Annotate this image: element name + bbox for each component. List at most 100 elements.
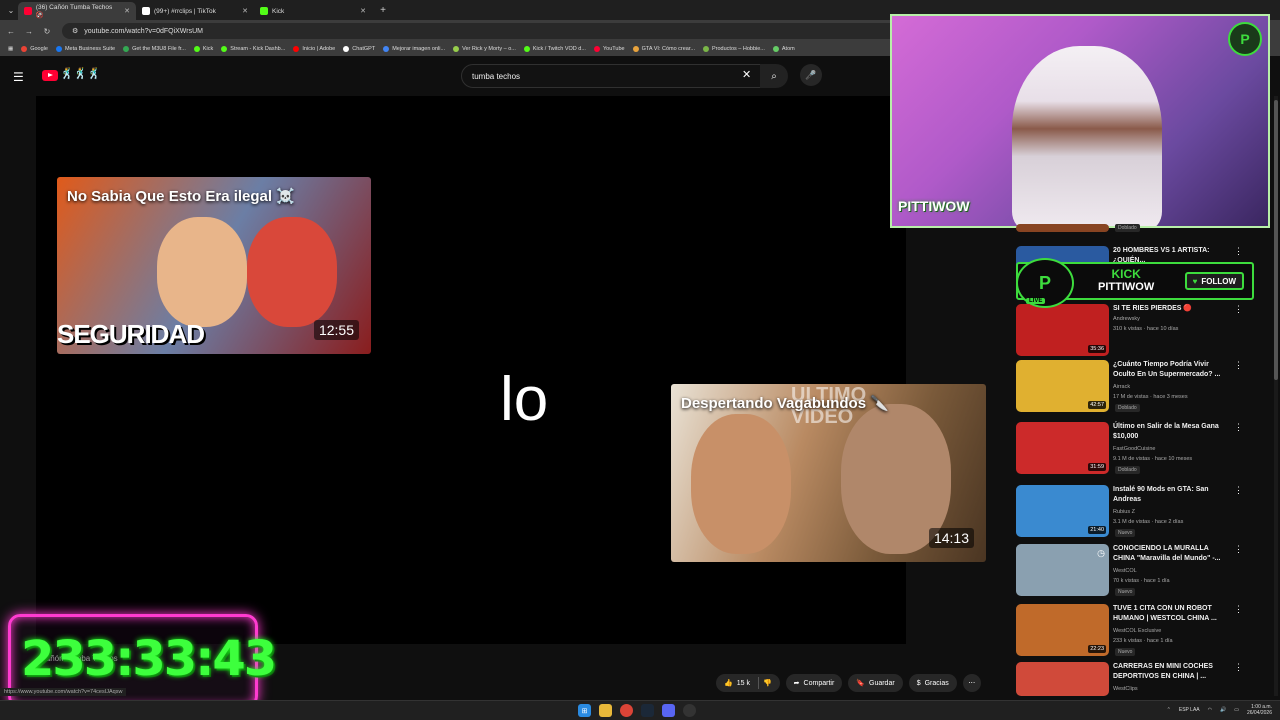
list-item[interactable]: 22:23 TUVE 1 CITA CON UN ROBOT HUMANO | … <box>1016 604 1266 660</box>
more-options-icon[interactable]: ⋮ <box>1234 604 1243 615</box>
video-thumbnail[interactable]: ◷ <box>1016 544 1109 596</box>
list-item[interactable]: Doblado <box>1016 224 1266 238</box>
bookmark[interactable]: Ver Rick y Morty – o... <box>453 46 516 52</box>
channel-name[interactable]: Airrack <box>1113 384 1130 390</box>
tab-kick[interactable]: Kick ✕ <box>254 2 372 20</box>
video-thumbnail[interactable] <box>1016 662 1109 696</box>
heart-icon: ♥ <box>1192 276 1198 286</box>
video-thumbnail[interactable]: 22:23 <box>1016 604 1109 656</box>
youtube-logo-icon[interactable] <box>42 70 58 81</box>
channel-name[interactable]: WestCOL Exclusive <box>1113 628 1161 634</box>
video-thumbnail[interactable]: 35:36 <box>1016 304 1109 356</box>
obs-icon[interactable] <box>683 704 696 717</box>
menu-icon[interactable]: ☰ <box>13 70 24 84</box>
bookmark[interactable]: Stream - Kick Dashb... <box>221 46 285 52</box>
more-options-icon[interactable]: ⋮ <box>1234 360 1243 371</box>
site-info-icon[interactable]: ⚙ <box>72 27 78 35</box>
more-options-icon[interactable]: ⋮ <box>1234 544 1243 555</box>
url-field[interactable]: ⚙ youtube.com/watch?v=0dFQiXWrsUM <box>62 23 902 39</box>
voice-search-button[interactable]: 🎤 <box>800 64 822 86</box>
youtube-doodle[interactable]: 🕺🕺🕺 <box>60 67 101 80</box>
steam-icon[interactable] <box>641 704 654 717</box>
back-icon[interactable]: ← <box>4 27 18 36</box>
thumbs-down-icon[interactable]: 👎 <box>763 679 772 687</box>
video-title[interactable]: Último en Salir de la Mesa Gana $10,000 <box>1113 422 1231 442</box>
bookmark[interactable]: YouTube <box>593 46 625 52</box>
bookmark[interactable]: Atom <box>772 46 795 52</box>
more-options-icon[interactable]: ⋮ <box>1234 662 1243 673</box>
video-thumbnail[interactable]: 31:59 <box>1016 422 1109 474</box>
channel-name[interactable]: Rubius Z <box>1113 509 1135 515</box>
video-title[interactable]: SI TE RIES PIERDES 🔴 <box>1113 304 1231 314</box>
reload-icon[interactable]: ↻ <box>40 27 54 36</box>
video-title[interactable]: ¿Cuánto Tiempo Podría Vivir Oculto En Un… <box>1113 360 1231 380</box>
close-tab-icon[interactable]: ✕ <box>124 7 130 15</box>
search-button[interactable]: ⌕ <box>760 64 788 88</box>
bookmark[interactable]: ChatGPT <box>343 46 375 52</box>
bookmark[interactable]: Inicio | Adobe <box>293 46 335 52</box>
wifi-icon[interactable]: ◠ <box>1208 707 1212 713</box>
more-actions-button[interactable]: ⋯ <box>962 674 981 692</box>
bookmark[interactable]: GTA VI: Cómo crear... <box>632 46 695 52</box>
bookmark[interactable]: Google <box>21 46 48 52</box>
chrome-icon[interactable] <box>620 704 633 717</box>
language-indicator[interactable]: ESP LAA <box>1179 707 1200 713</box>
channel-name[interactable]: WestCOL <box>1113 568 1137 574</box>
bookmark[interactable]: Meta Business Suite <box>55 46 115 52</box>
video-title[interactable]: TUVE 1 CITA CON UN ROBOT HUMANO | WESTCO… <box>1113 604 1231 624</box>
chevron-up-icon[interactable]: ⌃ <box>1167 707 1171 713</box>
more-options-icon[interactable]: ⋮ <box>1234 485 1243 496</box>
like-button[interactable]: 👍 15 k 👎 <box>716 674 780 692</box>
bookmark[interactable]: Kick / Twitch VOD d... <box>523 46 586 52</box>
tab-youtube[interactable]: (36) Cañón Tumba Techos 🚱 ✕ <box>18 2 136 20</box>
more-options-icon[interactable]: ⋮ <box>1234 246 1243 257</box>
video-title[interactable]: CARRERAS EN MINI COCHES DEPORTIVOS EN CH… <box>1113 662 1231 682</box>
thumbnail-face <box>691 414 791 554</box>
new-tab-icon[interactable]: + <box>376 5 390 16</box>
bookmark[interactable]: Get the M3U8 File fr... <box>123 46 186 52</box>
channel-name[interactable]: Andrewsky <box>1113 316 1140 322</box>
more-options-icon[interactable]: ⋮ <box>1234 422 1243 433</box>
video-title[interactable]: CONOCIENDO LA MURALLA CHINA "Maravilla d… <box>1113 544 1231 564</box>
channel-name[interactable]: WestClips <box>1113 686 1138 692</box>
battery-icon[interactable]: ▭ <box>1234 707 1239 713</box>
video-thumbnail[interactable] <box>1016 224 1109 232</box>
list-item[interactable]: 21:40 Instalé 90 Mods en GTA: San Andrea… <box>1016 485 1266 541</box>
close-tab-icon[interactable]: ✕ <box>360 7 366 15</box>
thanks-button[interactable]: $ Gracias <box>908 674 957 692</box>
bookmark[interactable]: Kick <box>193 46 213 52</box>
list-item[interactable]: CARRERAS EN MINI COCHES DEPORTIVOS EN CH… <box>1016 662 1266 696</box>
endcard-video-1[interactable]: No Sabia Que Esto Era ilegal ☠️ SEGURIDA… <box>57 177 371 354</box>
list-item[interactable]: 42:57 ¿Cuánto Tiempo Podría Vivir Oculto… <box>1016 360 1266 416</box>
scrollbar-thumb[interactable] <box>1274 100 1278 380</box>
video-title[interactable]: Instalé 90 Mods en GTA: San Andreas <box>1113 485 1231 505</box>
close-tab-icon[interactable]: ✕ <box>242 7 248 15</box>
video-thumbnail[interactable]: 42:57 <box>1016 360 1109 412</box>
channel-logo-icon: P <box>1228 22 1262 56</box>
tab-tiktok[interactable]: (99+) #rrclips | TikTok ✕ <box>136 2 254 20</box>
windows-start-icon[interactable]: ⊞ <box>578 704 591 717</box>
list-item[interactable]: 35:36 SI TE RIES PIERDES 🔴 Andrewsky 310… <box>1016 304 1266 360</box>
save-label: Guardar <box>869 679 895 687</box>
bookmark[interactable]: Productos – Hobbie... <box>702 46 765 52</box>
forward-icon[interactable]: → <box>22 27 36 36</box>
list-item[interactable]: ◷ CONOCIENDO LA MURALLA CHINA "Maravilla… <box>1016 544 1266 600</box>
save-button[interactable]: 🔖 Guardar <box>848 674 903 692</box>
video-thumbnail[interactable]: 21:40 <box>1016 485 1109 537</box>
apps-icon[interactable]: ▦ <box>8 46 13 52</box>
share-button[interactable]: ➦ Compartir <box>785 674 843 692</box>
list-item[interactable]: 31:59 Último en Salir de la Mesa Gana $1… <box>1016 422 1266 478</box>
file-explorer-icon[interactable] <box>599 704 612 717</box>
discord-icon[interactable] <box>662 704 675 717</box>
more-options-icon[interactable]: ⋮ <box>1234 304 1243 315</box>
clock[interactable]: 1:00 a.m. 26/04/2026 <box>1247 704 1272 716</box>
tab-menu-icon[interactable]: ⌄ <box>4 6 18 15</box>
search-input[interactable]: tumba techos <box>461 64 761 88</box>
bookmark[interactable]: Mejorar imagen onli... <box>383 46 445 52</box>
watch-later-icon[interactable]: ◷ <box>1097 548 1105 559</box>
channel-name[interactable]: FastGoodCuisine <box>1113 446 1156 452</box>
bookmark-icon <box>702 46 709 52</box>
clear-search-icon[interactable]: ✕ <box>742 68 751 81</box>
volume-icon[interactable]: 🔊 <box>1220 707 1226 713</box>
endcard-video-2[interactable]: ULTIMO VIDEO Despertando Vagabundos 🔪 14… <box>671 384 986 562</box>
